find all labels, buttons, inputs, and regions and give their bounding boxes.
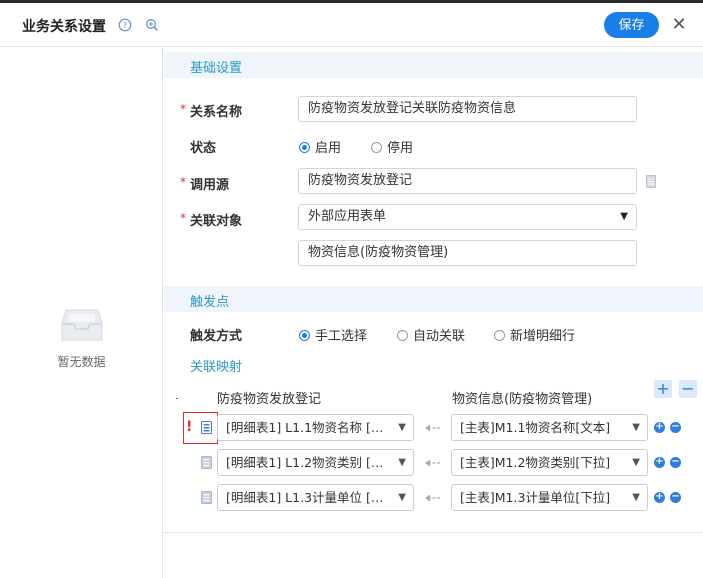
indicator-mark [176,398,178,399]
row-add-icon[interactable]: + [654,422,665,433]
source-input[interactable]: 防疫物资发放登记 [298,168,637,194]
mapping-left-select[interactable]: [明细表1] L1.1物资名称 [文本] ▼ [217,414,414,441]
mapping-left-header: 防疫物资发放登记 [217,392,322,407]
trigger-radio-auto[interactable]: 自动关联 [397,325,465,344]
close-icon[interactable]: ✕ [668,14,690,36]
row-add-icon[interactable]: + [654,492,665,503]
section-title: 基础设置 [190,61,243,76]
section-basic-settings: 基础设置 [164,52,703,78]
relation-name-label: 关系名称 [190,105,243,120]
status-radio-enabled[interactable]: 启用 [299,137,341,156]
caret-down-icon: ▼ [398,422,406,433]
section-title: 触发点 [190,295,230,310]
arrow-left-icon [425,494,441,502]
radio-checked-icon [299,142,310,153]
empty-inbox-icon [61,309,103,341]
caret-down-icon: ▼ [632,422,640,433]
target-form-input[interactable]: 物资信息(防疫物资管理) [298,240,637,266]
arrow-left-icon [425,424,441,432]
row-add-icon[interactable]: + [654,457,665,468]
divider [164,532,703,533]
status-label: 状态 [190,141,217,156]
form-field-icon [201,421,212,434]
form-field-icon [201,456,212,469]
mapping-right-select[interactable]: [主表]M1.2物资类别[下拉] ▼ [451,449,648,476]
section-trigger: 触发点 [164,286,703,312]
save-button[interactable]: 保存 [604,12,659,38]
caret-down-icon: ▼ [398,457,406,468]
source-label: 调用源 [190,178,230,193]
svg-text:?: ? [123,21,127,30]
radio-checked-icon [299,330,310,341]
target-label: 关联对象 [190,214,243,229]
trigger-radio-manual[interactable]: 手工选择 [299,325,367,344]
caret-down-icon: ▼ [620,211,628,222]
mapping-right-select[interactable]: [主表]M1.3计量单位[下拉] ▼ [451,484,648,511]
form-field-icon [201,491,212,504]
mapping-right-select[interactable]: [主表]M1.1物资名称[文本] ▼ [451,414,648,441]
required-mark: * [180,102,186,116]
relation-list-panel: 暂无数据 [0,48,163,578]
status-radio-disabled[interactable]: 停用 [371,137,413,156]
caret-down-icon: ▼ [632,457,640,468]
document-icon[interactable] [646,175,656,188]
zoom-search-icon[interactable] [145,18,159,32]
mapping-left-select[interactable]: [明细表1] L1.3计量单位 [下拉] ▼ [217,484,414,511]
caret-down-icon: ▼ [632,492,640,503]
section-mapping: 关联映射 [164,352,703,376]
required-mark: * [180,175,186,189]
caret-down-icon: ▼ [398,492,406,503]
relation-name-input[interactable]: 防疫物资发放登记关联防疫物资信息 [298,96,637,122]
dialog-header: 业务关系设置 ? 保存 ✕ [0,3,703,47]
add-mapping-button[interactable]: + [654,380,672,398]
mapping-right-header: 物资信息(防疫物资管理) [452,392,593,407]
radio-unchecked-icon [397,330,408,341]
target-type-select[interactable]: 外部应用表单 ▼ [298,204,637,230]
row-remove-icon[interactable]: − [670,492,681,503]
radio-unchecked-icon [494,330,505,341]
trigger-mode-label: 触发方式 [190,329,243,344]
required-mark: * [180,211,186,225]
trigger-radio-new-row[interactable]: 新增明细行 [494,325,575,344]
row-remove-icon[interactable]: − [670,422,681,433]
row-remove-icon[interactable]: − [670,457,681,468]
radio-unchecked-icon [371,142,382,153]
warning-mark: ! [186,419,193,435]
arrow-left-icon [425,459,441,467]
mapping-left-select[interactable]: [明细表1] L1.2物资类别 [下拉] ▼ [217,449,414,476]
question-circle-icon[interactable]: ? [118,18,132,32]
empty-text: 暂无数据 [57,355,106,369]
dialog-title: 业务关系设置 [22,19,106,35]
remove-mapping-button[interactable]: − [679,380,697,398]
section-title: 关联映射 [190,360,243,375]
